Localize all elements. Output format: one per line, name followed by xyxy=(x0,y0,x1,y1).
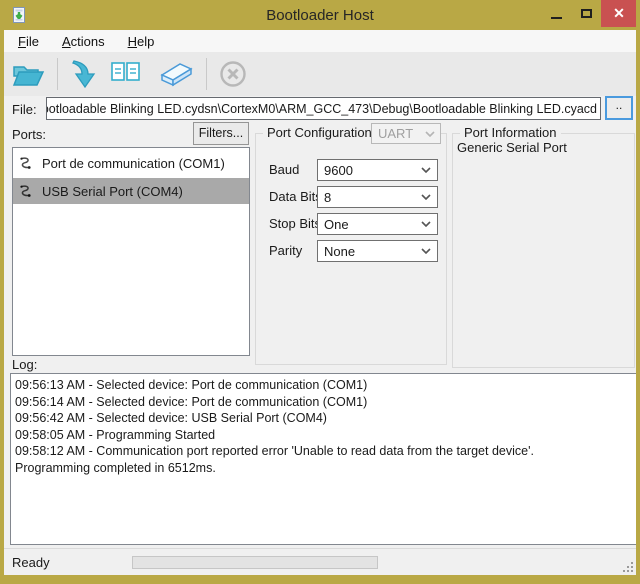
file-path-text: ader_41xx\Bootloadable Blinking LED.cyds… xyxy=(46,102,597,116)
abort-icon xyxy=(218,59,248,89)
bootloader-host-window: Bootloader Host ✕ File Actions Help xyxy=(0,0,640,584)
menu-file[interactable]: File xyxy=(9,31,48,52)
data-bits-select[interactable]: 8 xyxy=(317,186,438,208)
stop-bits-value: One xyxy=(324,217,349,232)
log-label: Log: xyxy=(12,357,37,372)
log-line: 09:56:42 AM - Selected device: USB Seria… xyxy=(15,410,632,427)
close-button[interactable]: ✕ xyxy=(601,0,637,27)
chevron-down-icon xyxy=(425,131,435,137)
log-line: Programming completed in 6512ms. xyxy=(15,460,632,477)
open-folder-icon xyxy=(10,59,46,89)
log-line: 09:56:13 AM - Selected device: Port de c… xyxy=(15,377,632,394)
parity-label: Parity xyxy=(269,243,302,258)
maximize-icon xyxy=(581,9,592,18)
browse-button[interactable]: .. xyxy=(605,96,633,120)
verify-documents-icon xyxy=(109,60,143,88)
filters-button[interactable]: Filters... xyxy=(193,122,249,145)
serial-port-icon xyxy=(19,184,34,199)
port-information-group: Port Information Generic Serial Port xyxy=(452,133,635,368)
log-line: 09:58:05 AM - Programming Started xyxy=(15,427,632,444)
log-output[interactable]: 09:56:13 AM - Selected device: Port de c… xyxy=(10,373,637,545)
data-bits-value: 8 xyxy=(324,190,331,205)
log-line: 09:58:12 AM - Communication port reporte… xyxy=(15,443,632,460)
open-file-button[interactable] xyxy=(6,56,50,92)
abort-button[interactable] xyxy=(214,56,252,92)
port-information-title: Port Information xyxy=(460,125,561,140)
serial-port-icon xyxy=(19,156,34,171)
minimize-icon xyxy=(551,17,562,19)
toolbar-separator xyxy=(57,58,58,90)
file-path-input[interactable]: ader_41xx\Bootloadable Blinking LED.cyds… xyxy=(46,97,601,120)
resize-grip[interactable] xyxy=(622,561,633,572)
chevron-down-icon xyxy=(421,221,431,227)
menu-actions[interactable]: Actions xyxy=(53,31,114,52)
status-bar: Ready xyxy=(4,548,636,575)
chevron-down-icon xyxy=(421,167,431,173)
parity-select[interactable]: None xyxy=(317,240,438,262)
port-name: Port de communication (COM1) xyxy=(42,156,225,171)
chevron-down-icon xyxy=(421,194,431,200)
program-button[interactable] xyxy=(65,56,101,92)
stop-bits-label: Stop Bits xyxy=(269,216,321,231)
ports-label: Ports: xyxy=(12,127,46,142)
baud-select[interactable]: 9600 xyxy=(317,159,438,181)
protocol-value: UART xyxy=(378,126,413,141)
maximize-button[interactable] xyxy=(571,0,601,27)
verify-button[interactable] xyxy=(105,56,147,92)
title-bar: Bootloader Host ✕ xyxy=(0,0,640,30)
chevron-down-icon xyxy=(421,248,431,254)
eraser-icon xyxy=(155,60,195,88)
erase-button[interactable] xyxy=(151,56,199,92)
baud-value: 9600 xyxy=(324,163,353,178)
ports-list: Port de communication (COM1) USB Serial … xyxy=(12,147,250,356)
toolbar-separator xyxy=(206,58,207,90)
close-icon: ✕ xyxy=(613,5,625,22)
port-list-item-com4[interactable]: USB Serial Port (COM4) xyxy=(13,178,249,204)
status-text: Ready xyxy=(12,555,50,570)
menu-bar: File Actions Help xyxy=(4,30,636,52)
baud-label: Baud xyxy=(269,162,299,177)
data-bits-label: Data Bits xyxy=(269,189,322,204)
minimize-button[interactable] xyxy=(541,0,571,27)
progress-bar xyxy=(132,556,378,569)
protocol-select[interactable]: UART xyxy=(371,123,441,144)
file-label: File: xyxy=(12,102,37,117)
port-configuration-group: Port Configuration UART Baud 9600 Data B… xyxy=(255,133,447,365)
log-line: 09:56:14 AM - Selected device: Port de c… xyxy=(15,394,632,411)
stop-bits-select[interactable]: One xyxy=(317,213,438,235)
port-configuration-title: Port Configuration xyxy=(263,125,376,140)
program-arrow-icon xyxy=(69,58,97,90)
parity-value: None xyxy=(324,244,355,259)
port-name: USB Serial Port (COM4) xyxy=(42,184,183,199)
menu-help[interactable]: Help xyxy=(119,31,164,52)
port-list-item-com1[interactable]: Port de communication (COM1) xyxy=(13,150,249,176)
port-information-text: Generic Serial Port xyxy=(457,140,567,155)
toolbar xyxy=(4,52,636,96)
